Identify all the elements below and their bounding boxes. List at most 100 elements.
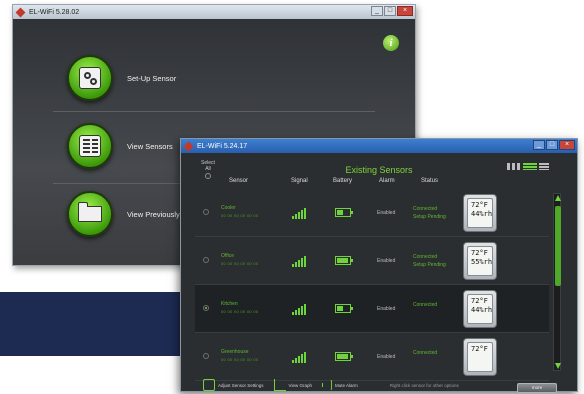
maximize-button[interactable]: □ (546, 140, 558, 150)
device-temperature: 72°F (471, 201, 488, 209)
battery-icon (335, 256, 353, 265)
signal-bar (295, 214, 297, 219)
speaker-icon (321, 380, 332, 390)
connection-status: Connected Setup Pending (413, 253, 446, 269)
close-button[interactable]: × (397, 6, 413, 16)
scroll-down-icon[interactable] (555, 363, 561, 369)
setup-icon[interactable] (67, 55, 113, 101)
signal-bar (301, 258, 303, 267)
setup-sensor-menu-item[interactable]: Set-Up Sensor (67, 55, 176, 101)
minimize-button[interactable]: _ (533, 140, 545, 150)
signal-strength-icon (292, 255, 306, 267)
signal-strength-icon (292, 207, 306, 219)
signal-bar (295, 262, 297, 267)
menu-divider (53, 111, 375, 112)
row-select-radio[interactable] (203, 305, 209, 311)
sensor-device-thumbnail[interactable]: 72°F (463, 338, 497, 376)
device-temperature: 72°F (471, 249, 488, 257)
maximize-button[interactable]: □ (384, 6, 396, 16)
sensor-device-thumbnail[interactable]: 72°F 44%rh (463, 194, 497, 232)
compact-view-icon[interactable] (539, 163, 549, 170)
sensor-mac: 00 00 00 00 00 00 (221, 357, 259, 362)
folder-icon[interactable] (67, 191, 113, 237)
view-graph-label[interactable]: View Graph (289, 383, 312, 388)
status-line-1: Connected (413, 350, 438, 356)
view-sensors-label[interactable]: View Sensors (127, 142, 173, 151)
sensor-list: Cooler 00 00 00 00 00 00 Enabled Connected S… (195, 189, 549, 381)
signal-strength-icon (292, 303, 306, 315)
signal-bar (292, 360, 294, 363)
column-header-sensor: Sensor (229, 178, 249, 184)
signal-strength-icon (292, 351, 306, 363)
signal-bar (301, 354, 303, 363)
connection-status: Connected (413, 301, 437, 309)
mute-alarm-button[interactable]: Mute Alarm (321, 380, 358, 390)
adjust-settings-label[interactable]: Adjust Sensor Settings (218, 383, 264, 388)
signal-bar (292, 264, 294, 267)
sensor-list-panel: Select All Existing Sensors Sensor Signa… (181, 153, 577, 393)
column-header-alarm: Alarm (379, 178, 395, 184)
sensor-mac: 00 00 00 00 00 00 (221, 213, 259, 218)
setup-sensor-label[interactable]: Set-Up Sensor (127, 74, 176, 83)
title-bar[interactable]: EL-WiFi 5.28.02 _ □ × (13, 5, 415, 19)
list-view-icon[interactable] (523, 163, 537, 170)
sensor-name: Office (221, 253, 234, 259)
connection-status: Connected (413, 349, 437, 357)
window-title: EL-WiFi 5.28.02 (29, 8, 80, 16)
status-line-1: Connected (413, 206, 438, 212)
sensors-icon[interactable] (67, 123, 113, 169)
row-select-radio[interactable] (203, 209, 209, 215)
row-select-radio[interactable] (203, 353, 209, 359)
sensor-row[interactable]: Office 00 00 00 00 00 00 Enabled Connected S… (195, 237, 549, 285)
view-previously-menu-item[interactable]: View Previously (67, 191, 180, 237)
background-banner (0, 292, 200, 356)
mute-alarm-label[interactable]: Mute Alarm (335, 383, 358, 388)
row-select-radio[interactable] (203, 257, 209, 263)
signal-bar (298, 356, 300, 363)
battery-fill (337, 258, 348, 263)
device-temperature: 72°F (471, 345, 488, 353)
status-line-1: Connected (413, 302, 438, 308)
sensor-name: Kitchen (221, 301, 238, 307)
battery-icon (335, 304, 353, 313)
minimize-button[interactable]: _ (371, 6, 383, 16)
more-button[interactable]: more (517, 383, 557, 393)
scroll-thumb[interactable] (555, 206, 561, 286)
device-display: 72°F 44%rh (467, 294, 493, 324)
device-temperature: 72°F (471, 297, 488, 305)
sensor-device-thumbnail[interactable]: 72°F 44%rh (463, 290, 497, 328)
connection-status: Connected Setup Pending (413, 205, 446, 221)
signal-bar (304, 304, 306, 315)
signal-bar (292, 312, 294, 315)
device-humidity: 44%rh (471, 306, 493, 314)
close-button[interactable]: × (559, 140, 575, 150)
sensor-name: Greenhouse (221, 349, 249, 355)
adjust-settings-button[interactable]: Adjust Sensor Settings (203, 379, 264, 391)
column-header-battery: Battery (333, 178, 353, 184)
info-icon[interactable]: i (383, 35, 399, 51)
signal-bar (298, 260, 300, 267)
device-humidity: 44%rh (471, 210, 493, 218)
device-display: 72°F (467, 342, 493, 372)
signal-bar (301, 306, 303, 315)
alarm-status: Enabled (377, 210, 396, 216)
sensor-row[interactable]: Kitchen 00 00 00 00 00 00 Enabled Connected… (195, 285, 549, 333)
column-header-status: Status (421, 178, 439, 184)
title-bar[interactable]: EL-WiFi 5.24.17 _ □ × (181, 139, 577, 153)
view-graph-button[interactable]: View Graph (273, 379, 312, 391)
signal-bar (295, 310, 297, 315)
window-title: EL-WiFi 5.24.17 (197, 142, 248, 150)
grid-view-icon[interactable] (507, 163, 521, 170)
view-sensors-menu-item[interactable]: View Sensors (67, 123, 173, 169)
signal-bar (292, 216, 294, 219)
sensor-row[interactable]: Greenhouse 00 00 00 00 00 00 Enabled Connec… (195, 333, 549, 381)
scroll-up-icon[interactable] (555, 195, 561, 201)
status-line-2: Setup Pending (413, 214, 446, 220)
scrollbar[interactable] (553, 193, 561, 371)
sensor-name: Cooler (221, 205, 236, 211)
view-previously-label[interactable]: View Previously (127, 210, 180, 219)
signal-bar (298, 212, 300, 219)
view-mode-toggle[interactable] (507, 163, 549, 170)
sensor-row[interactable]: Cooler 00 00 00 00 00 00 Enabled Connected S… (195, 189, 549, 237)
sensor-device-thumbnail[interactable]: 72°F 55%rh (463, 242, 497, 280)
